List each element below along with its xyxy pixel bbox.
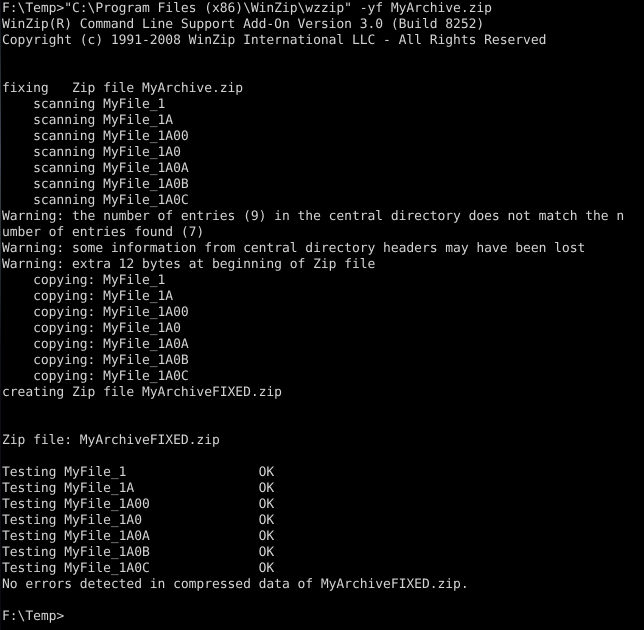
result-line: No errors detected in compressed data of… — [2, 577, 469, 592]
final-prompt-line: F:\Temp> — [2, 609, 65, 624]
warning-line: Warning: the number of entries (9) in th… — [2, 209, 625, 224]
spacer-line — [2, 593, 644, 609]
creating-line: creating Zip file MyArchiveFIXED.zip — [2, 385, 282, 400]
scanning-line: scanning MyFile_1 — [2, 97, 166, 112]
copying-line: copying: MyFile_1A0A — [2, 337, 189, 352]
testing-line: Testing MyFile_1A OK — [2, 481, 275, 496]
testing-line: Testing MyFile_1A0C OK — [2, 561, 275, 576]
copying-line: copying: MyFile_1 — [2, 273, 166, 288]
fixing-header-line: fixing Zip file MyArchive.zip — [2, 81, 244, 96]
testing-line: Testing MyFile_1 OK — [2, 465, 275, 480]
banner-line-version: WinZip(R) Command Line Support Add-On Ve… — [2, 17, 485, 32]
spacer-line — [2, 65, 644, 81]
spacer-line — [2, 49, 644, 65]
spacer-line — [2, 417, 644, 433]
scanning-line: scanning MyFile_1A00 — [2, 129, 189, 144]
testing-line: Testing MyFile_1A0 OK — [2, 513, 275, 528]
testing-line: Testing MyFile_1A0A OK — [2, 529, 275, 544]
console-output-text[interactable]: F:\Temp>"C:\Program Files (x86)\WinZip\w… — [1, 0, 644, 630]
banner-line-copyright: Copyright (c) 1991-2008 WinZip Internati… — [2, 33, 547, 48]
scanning-line: scanning MyFile_1A0B — [2, 177, 189, 192]
spacer-line — [2, 449, 644, 465]
testing-line: Testing MyFile_1A0B OK — [2, 545, 275, 560]
warning-line: Warning: extra 12 bytes at beginning of … — [2, 257, 376, 272]
copying-line: copying: MyFile_1A0B — [2, 353, 189, 368]
copying-line: copying: MyFile_1A0 — [2, 321, 181, 336]
command-line: F:\Temp>"C:\Program Files (x86)\WinZip\w… — [2, 1, 492, 16]
console-window[interactable]: F:\Temp>"C:\Program Files (x86)\WinZip\w… — [0, 0, 644, 630]
scanning-line: scanning MyFile_1A0 — [2, 145, 181, 160]
testing-line: Testing MyFile_1A00 OK — [2, 497, 275, 512]
scanning-line: scanning MyFile_1A0A — [2, 161, 189, 176]
scanning-line: scanning MyFile_1A — [2, 113, 174, 128]
copying-line: copying: MyFile_1A — [2, 289, 174, 304]
zip-file-line: Zip file: MyArchiveFIXED.zip — [2, 433, 220, 448]
copying-line: copying: MyFile_1A0C — [2, 369, 189, 384]
warning-line-continuation: umber of entries found (7) — [2, 225, 205, 240]
copying-line: copying: MyFile_1A00 — [2, 305, 189, 320]
scanning-line: scanning MyFile_1A0C — [2, 193, 189, 208]
spacer-line — [2, 401, 644, 417]
warning-line: Warning: some information from central d… — [2, 241, 586, 256]
